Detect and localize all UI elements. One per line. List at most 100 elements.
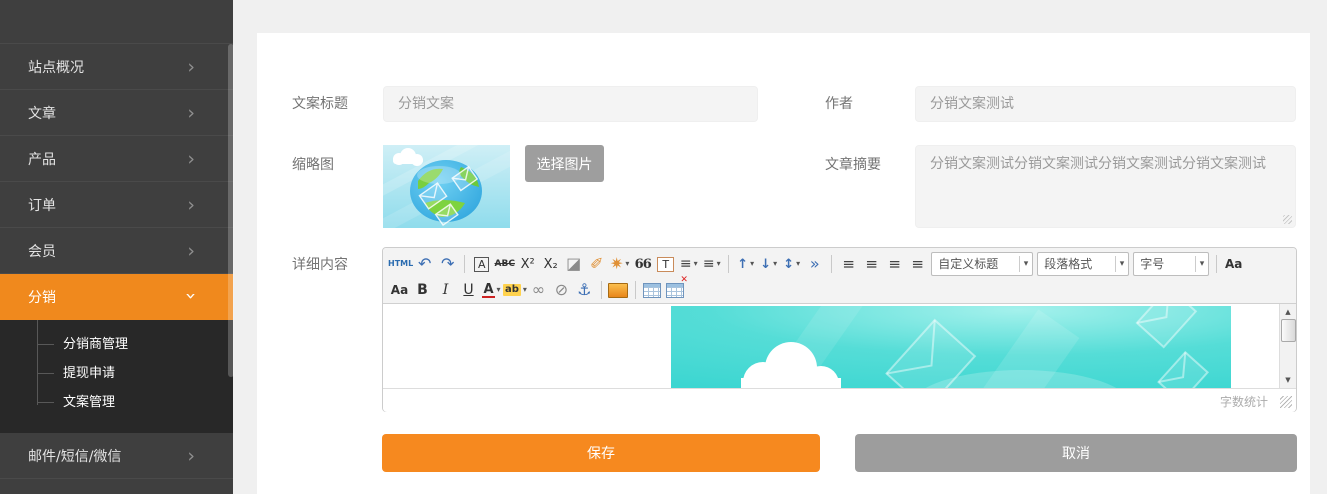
editor-inserted-banner-image [671,306,1231,388]
sidebar-subitem-copy-management[interactable]: 文案管理 [0,388,233,417]
bold-icon[interactable]: B ▾ [411,278,434,302]
toolbar-separator: ▾ [635,281,636,299]
icon-glyph: 段落格式 [1044,258,1092,270]
summary-textarea[interactable]: 分销文案测试分销文案测试分销文案测试分销文案测试 [915,145,1296,228]
dropdown-caret-icon[interactable]: ▾ [694,260,698,268]
sidebar-scrollbar-thumb[interactable] [228,44,234,377]
indent-icon[interactable]: » ▾ [803,252,826,276]
font-size-select[interactable]: 字号 ▾ [1133,252,1209,276]
thumbnail-label: 缩略图 [292,155,334,175]
quick-format-wand-icon[interactable]: ✷ ▾ [608,252,631,276]
author-input[interactable]: 分销文案测试 [915,86,1296,122]
icon-glyph: A [482,283,494,298]
icon-glyph: ∞ [532,282,545,298]
sidebar-item-orders[interactable]: 订单 › [0,182,233,228]
icon-glyph: ≡ [703,257,715,271]
icon-glyph: B [417,283,428,297]
sidebar-item-members[interactable]: 会员 › [0,228,233,274]
sidebar-item-mail-sms-wechat[interactable]: 邮件/短信/微信 › [0,433,233,479]
icon-glyph: HTML [388,260,413,268]
sidebar-item-label: 邮件/短信/微信 [28,446,121,466]
editor-toolbar: HTML ▾ ↶ ▾ ↷ ▾ ▾ [383,248,1296,304]
font-color-icon[interactable]: A ▾ [480,278,503,302]
chevron-icon: › [187,445,195,467]
cancel-button[interactable]: 取消 [855,434,1297,472]
strikethrough-icon[interactable]: ABC ▾ [493,252,516,276]
icon-glyph: ≡ [865,257,878,272]
sidebar-item-site-overview[interactable]: 站点概况 › [0,44,233,90]
insert-table-icon[interactable]: ▾ [641,278,664,302]
icon-glyph: ≡ [842,257,855,272]
insert-link-icon[interactable]: ∞ ▾ [527,278,550,302]
sidebar-subitem-distributor-management[interactable]: 分销商管理 [0,330,233,359]
remove-format-eraser-icon[interactable]: ◪ ▾ [562,252,585,276]
italic-icon[interactable]: I ▾ [434,278,457,302]
scroll-down-arrow-icon[interactable]: ▼ [1280,374,1296,386]
align-center-icon[interactable]: ≡ ▾ [860,252,883,276]
editor-resize-grip-icon[interactable] [1280,396,1292,408]
unordered-list-icon[interactable]: ≡ ▾ [700,252,723,276]
scroll-up-arrow-icon[interactable]: ▲ [1280,306,1296,318]
paste-text-icon[interactable]: T ▾ [654,252,677,276]
choose-image-button[interactable]: 选择图片 [525,145,604,182]
icon-glyph: X₂ [544,258,558,271]
undo-icon[interactable]: ↶ ▾ [413,252,436,276]
icon-glyph: T [657,257,674,272]
format-brush-icon[interactable]: ✐ ▾ [585,252,608,276]
icon-glyph: Aa [391,284,408,296]
blockquote-icon[interactable]: 66 ▾ [631,252,654,276]
dropdown-caret-icon[interactable]: ▾ [773,260,777,268]
dropdown-caret-icon[interactable]: ▾ [1115,256,1127,272]
quick-typeset-icon[interactable]: Aa ▾ [388,278,411,302]
redo-icon[interactable]: ↷ ▾ [436,252,459,276]
custom-heading-select[interactable]: 自定义标题 ▾ [931,252,1033,276]
sidebar-item-label: 分销 [28,287,56,307]
textarea-resize-grip-icon[interactable] [1283,215,1292,224]
subscript-icon[interactable]: X₂ ▾ [539,252,562,276]
dropdown-caret-icon[interactable]: ▾ [796,260,800,268]
insert-image-icon[interactable]: ▾ [607,278,630,302]
superscript-icon[interactable]: X² ▾ [516,252,539,276]
editor-scrollbar-thumb[interactable] [1281,319,1296,342]
dropdown-caret-icon[interactable]: ▾ [625,260,629,268]
editor-vertical-scrollbar[interactable]: ▲ ▼ [1279,304,1296,388]
save-button[interactable]: 保存 [382,434,820,472]
highlight-icon[interactable]: ab ▾ [503,278,527,302]
align-right-icon[interactable]: ≡ ▾ [883,252,906,276]
icon-glyph: Aa [1225,258,1242,270]
toolbar-separator: ▾ [464,255,465,273]
icon-glyph: 自定义标题 [938,258,998,270]
icon-glyph: ↓ [760,258,771,271]
dropdown-caret-icon[interactable]: ▾ [717,260,721,268]
sidebar-subitem-withdrawal-application[interactable]: 提现申请 [0,359,233,388]
title-input[interactable]: 分销文案 [383,86,758,122]
editor-content-area[interactable]: ▲ ▼ [383,304,1296,388]
case-switch-icon[interactable]: Aa ▾ [1222,252,1245,276]
dropdown-caret-icon[interactable]: ▾ [1195,256,1207,272]
dropdown-caret-icon[interactable]: ▾ [497,286,501,294]
sidebar-item-distribution[interactable]: 分销 › [0,274,233,320]
paragraph-space-before-icon[interactable]: ↑ ▾ [734,252,757,276]
icon-glyph: » [810,256,820,272]
paragraph-style-icon[interactable]: A ▾ [470,252,493,276]
icon-glyph: ≡ [911,257,924,272]
dropdown-caret-icon[interactable]: ▾ [1019,256,1031,272]
dropdown-caret-icon[interactable]: ▾ [750,260,754,268]
anchor-icon[interactable]: ⚓ ▾ [573,278,596,302]
paragraph-format-select[interactable]: 段落格式 ▾ [1037,252,1129,276]
paragraph-space-after-icon[interactable]: ↓ ▾ [757,252,780,276]
teal-banner-illustration [671,306,1231,388]
align-left-icon[interactable]: ≡ ▾ [837,252,860,276]
sidebar-item-label: 订单 [28,195,56,215]
remove-link-icon[interactable]: ⊘ ▾ [550,278,573,302]
line-height-icon[interactable]: ↕ ▾ [780,252,803,276]
delete-table-icon[interactable]: ▾ [664,278,687,302]
ordered-list-icon[interactable]: ≡ ▾ [677,252,700,276]
align-justify-icon[interactable]: ≡ ▾ [906,252,929,276]
icon-glyph: ◪ [566,256,581,272]
sidebar-item-articles[interactable]: 文章 › [0,90,233,136]
sidebar-item-products[interactable]: 产品 › [0,136,233,182]
underline-icon[interactable]: U ▾ [457,278,480,302]
icon-glyph: ABC [495,260,515,269]
html-source-button[interactable]: HTML ▾ [388,252,413,276]
